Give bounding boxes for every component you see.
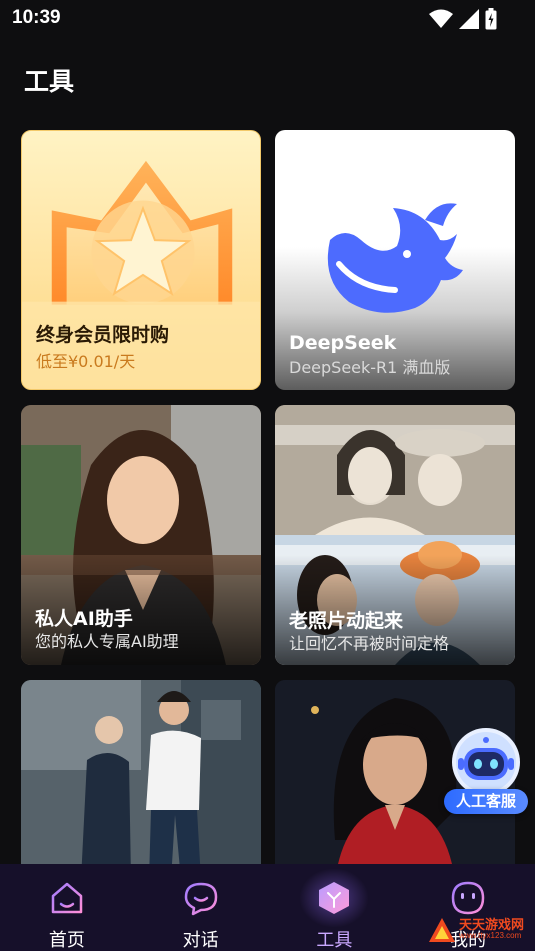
nav-label: 首页 xyxy=(48,930,85,951)
watermark-url: www.ttyx123.com xyxy=(459,931,522,940)
nav-item-tools[interactable]: 工具 xyxy=(268,864,402,951)
watermark-logo-icon xyxy=(429,918,455,942)
card-subtitle: DeepSeek-R1 满血版 xyxy=(289,358,451,377)
customer-service-label: 人工客服 xyxy=(444,789,528,814)
elder-scene-card[interactable] xyxy=(21,680,261,880)
customer-service-button[interactable]: 人工客服 xyxy=(444,726,528,818)
nav-label: 工具 xyxy=(316,930,353,951)
battery-icon xyxy=(485,8,497,30)
nav-item-chat[interactable]: 对话 xyxy=(134,864,268,951)
chat-icon xyxy=(184,882,217,916)
card-subtitle: 让回忆不再被时间定格 xyxy=(289,634,450,653)
nav-item-home[interactable]: 首页 xyxy=(0,864,134,951)
home-icon xyxy=(51,882,83,914)
status-time: 10:39 xyxy=(12,7,61,28)
card-subtitle: 您的私人专属AI助理 xyxy=(35,632,179,651)
elder-scene-illustration xyxy=(21,680,261,880)
robot-assistant-icon xyxy=(452,728,520,796)
tool-cube-icon xyxy=(319,882,350,914)
card-title: 私人AI助手 xyxy=(35,608,133,630)
site-watermark: 天天游戏网 www.ttyx123.com xyxy=(425,912,533,950)
page-title: 工具 xyxy=(24,67,75,96)
member-offer-card[interactable]: 终身会员限时购 低至¥0.01/天 xyxy=(21,130,261,390)
card-subtitle: 低至¥0.01/天 xyxy=(36,352,136,371)
card-title: DeepSeek xyxy=(289,332,397,354)
wifi-icon xyxy=(429,9,453,28)
status-icons xyxy=(429,8,497,30)
ai-assistant-card[interactable]: 私人AI助手 您的私人专属AI助理 xyxy=(21,405,261,665)
old-photo-card[interactable]: 老照片动起来 让回忆不再被时间定格 xyxy=(275,405,515,665)
signal-icon xyxy=(459,9,479,29)
card-title: 终身会员限时购 xyxy=(36,324,170,346)
nav-label: 对话 xyxy=(182,930,219,951)
card-title: 老照片动起来 xyxy=(289,610,404,632)
deepseek-card[interactable]: DeepSeek DeepSeek-R1 满血版 xyxy=(275,130,515,390)
status-bar: 10:39 xyxy=(0,0,535,38)
